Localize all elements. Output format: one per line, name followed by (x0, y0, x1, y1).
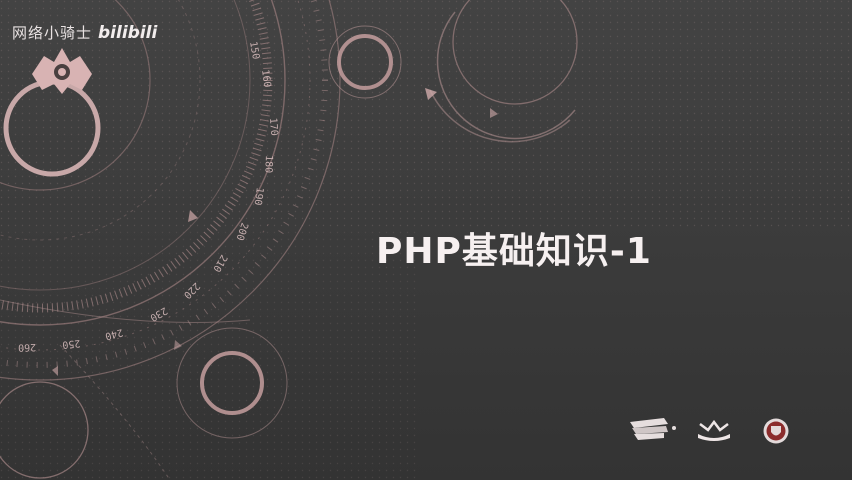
knight-helmet-icon (22, 44, 102, 96)
dial-tick-label: 170 (267, 117, 279, 136)
dial-tick-label: 180 (262, 155, 274, 173)
slide-title: PHP基础知识-1 (376, 231, 652, 272)
presentation-slide: 150 160 170 180 190 200 210 220 230 240 … (0, 0, 852, 480)
crest-logo-icon (762, 417, 790, 445)
wing-logo-icon (628, 416, 678, 442)
channel-name: 网络小骑士 (12, 24, 93, 42)
dial-tick-label: 250 (62, 337, 81, 350)
dial-tick-label: 260 (18, 341, 36, 353)
crown-logo-icon (696, 420, 732, 442)
platform-logo-text: bilibili (98, 22, 158, 43)
channel-watermark: 网络小骑士 bilibili (12, 22, 157, 43)
